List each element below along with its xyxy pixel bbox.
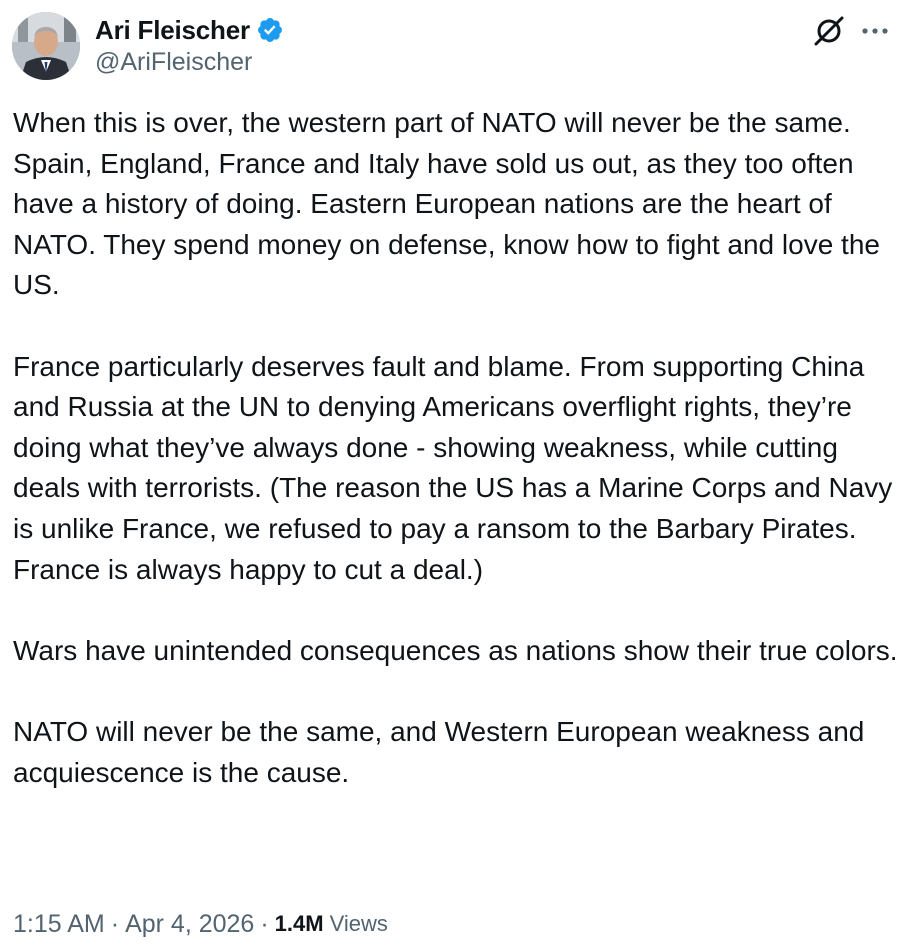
profile-photo (12, 12, 80, 80)
author-handle[interactable]: @AriFleischer (95, 48, 252, 77)
views-count[interactable]: 1.4M (275, 911, 324, 937)
author-avatar[interactable] (12, 12, 80, 80)
tweet-meta: 1:15 AM · Apr 4, 2026 · 1.4M Views (13, 904, 388, 944)
meta-separator: · (260, 909, 269, 938)
grok-icon[interactable] (812, 14, 846, 48)
views-label: Views (329, 911, 388, 936)
tweet-paragraph: France particularly deserves fault and b… (13, 350, 901, 585)
tweet-text: When this is over, the western part of N… (13, 103, 898, 793)
meta-separator: · (110, 909, 120, 938)
verified-badge-icon[interactable] (256, 16, 284, 44)
tweet-paragraph: Wars have unintended consequences as nat… (13, 634, 898, 666)
tweet-date[interactable]: Apr 4, 2026 (125, 910, 254, 939)
tweet-time[interactable]: 1:15 AM (13, 910, 105, 939)
tweet-paragraph: When this is over, the western part of N… (13, 107, 888, 301)
tweet: Ari Fleischer @AriFleischer When this is… (0, 0, 910, 950)
more-options-icon[interactable] (858, 16, 892, 46)
tweet-paragraph: NATO will never be the same, and Western… (13, 715, 873, 788)
author-name-row: Ari Fleischer (95, 14, 284, 46)
author-display-name[interactable]: Ari Fleischer (95, 15, 250, 46)
